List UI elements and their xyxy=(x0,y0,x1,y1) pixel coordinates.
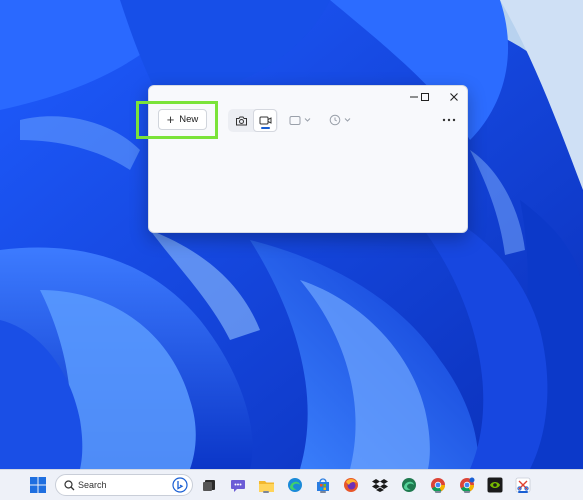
edge-icon xyxy=(288,478,302,492)
running-indicator xyxy=(435,491,441,493)
close-button[interactable] xyxy=(442,88,466,106)
capture-mode-toggle xyxy=(228,109,278,132)
firefox-icon xyxy=(344,478,358,492)
edge-dev-button[interactable] xyxy=(399,475,419,495)
nvidia-button[interactable] xyxy=(485,475,505,495)
start-button[interactable] xyxy=(28,475,48,495)
ellipsis-icon xyxy=(442,118,456,122)
edge-button[interactable] xyxy=(285,475,305,495)
record-mode-button[interactable] xyxy=(253,109,277,132)
edge-dev-icon xyxy=(402,478,416,492)
close-icon xyxy=(450,93,458,101)
wallpaper-bloom xyxy=(0,0,583,469)
highlight-annotation xyxy=(136,101,218,139)
active-indicator xyxy=(518,491,528,493)
file-explorer-button[interactable] xyxy=(256,475,276,495)
more-options-button[interactable] xyxy=(439,112,459,128)
maximize-icon xyxy=(421,93,429,101)
running-indicator xyxy=(464,491,470,493)
selected-mode-indicator xyxy=(261,127,270,129)
task-view-button[interactable] xyxy=(199,475,219,495)
teams-chat-icon xyxy=(231,480,245,492)
microsoft-store-button[interactable] xyxy=(313,475,333,495)
nvidia-icon xyxy=(487,477,503,493)
task-view-icon xyxy=(203,480,215,491)
bing-icon[interactable] xyxy=(172,477,188,493)
teams-chat-button[interactable] xyxy=(228,475,248,495)
windows-start-icon xyxy=(30,477,46,493)
snip-mode-button[interactable] xyxy=(229,109,253,132)
running-indicator xyxy=(263,491,269,493)
taskbar: Search xyxy=(0,469,583,500)
search-icon xyxy=(64,480,75,491)
maximize-button[interactable] xyxy=(413,88,437,106)
rectangle-shape-icon xyxy=(289,115,301,125)
dropbox-icon xyxy=(372,479,388,492)
snipping-tool-taskbar-button[interactable] xyxy=(513,475,533,495)
running-indicator xyxy=(320,491,326,493)
chrome-beta-button[interactable] xyxy=(457,475,477,495)
desktop: + New Search xyxy=(0,0,583,500)
firefox-button[interactable] xyxy=(341,475,361,495)
video-camera-icon xyxy=(259,116,271,125)
chevron-down-icon xyxy=(344,118,351,122)
snip-shape-dropdown[interactable] xyxy=(289,111,311,129)
chrome-button[interactable] xyxy=(428,475,448,495)
camera-icon xyxy=(235,116,247,125)
chevron-down-icon xyxy=(304,118,311,122)
timer-clock-icon xyxy=(329,114,341,126)
taskbar-search-box[interactable]: Search xyxy=(55,474,193,496)
dropbox-button[interactable] xyxy=(370,475,390,495)
search-placeholder: Search xyxy=(78,480,107,490)
delay-timer-dropdown[interactable] xyxy=(329,111,351,129)
